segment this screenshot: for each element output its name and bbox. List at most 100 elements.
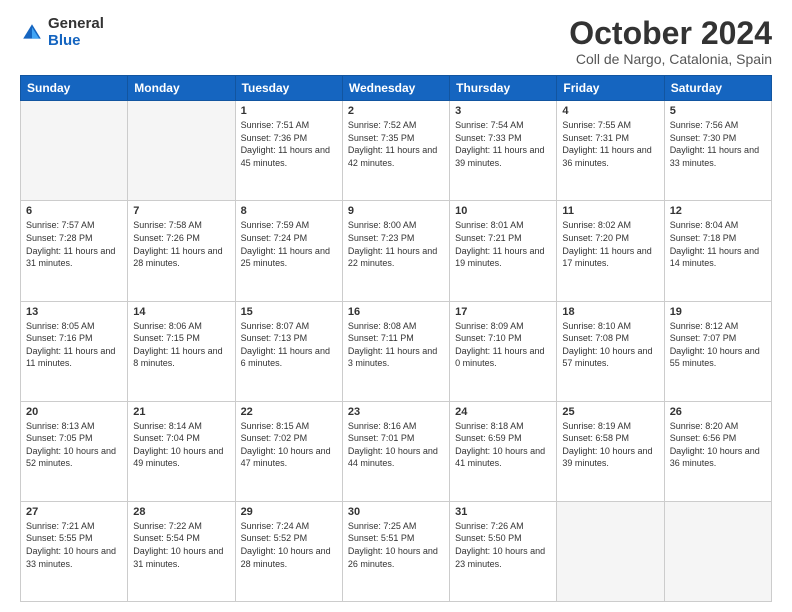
day-info: Sunrise: 7:22 AMSunset: 5:54 PMDaylight:… xyxy=(133,520,229,570)
day-number: 8 xyxy=(241,205,337,217)
calendar-cell: 11 Sunrise: 8:02 AMSunset: 7:20 PMDayligh… xyxy=(557,201,664,301)
header: General Blue October 2024 Coll de Nargo,… xyxy=(20,16,772,67)
title-block: October 2024 Coll de Nargo, Catalonia, S… xyxy=(569,16,772,67)
day-info: Sunrise: 8:08 AMSunset: 7:11 PMDaylight:… xyxy=(348,320,444,370)
day-info: Sunrise: 8:18 AMSunset: 6:59 PMDaylight:… xyxy=(455,420,551,470)
day-info: Sunrise: 7:56 AMSunset: 7:30 PMDaylight:… xyxy=(670,119,766,169)
day-info: Sunrise: 7:52 AMSunset: 7:35 PMDaylight:… xyxy=(348,119,444,169)
day-info: Sunrise: 7:54 AMSunset: 7:33 PMDaylight:… xyxy=(455,119,551,169)
day-number: 23 xyxy=(348,406,444,418)
day-number: 20 xyxy=(26,406,122,418)
day-number: 1 xyxy=(241,105,337,117)
day-number: 6 xyxy=(26,205,122,217)
day-number: 29 xyxy=(241,506,337,518)
calendar-cell: 23Sunrise: 8:16 AMSunset: 7:01 PMDayligh… xyxy=(342,401,449,501)
week-row-2: 6 Sunrise: 7:57 AMSunset: 7:28 PMDaylight… xyxy=(21,201,772,301)
logo: General Blue xyxy=(20,16,104,49)
day-info: Sunrise: 7:24 AMSunset: 5:52 PMDaylight:… xyxy=(241,520,337,570)
calendar-cell: 29 Sunrise: 7:24 AMSunset: 5:52 PMDayligh… xyxy=(235,501,342,601)
calendar-cell: 15 Sunrise: 8:07 AMSunset: 7:13 PMDayligh… xyxy=(235,301,342,401)
day-info: Sunrise: 8:04 AMSunset: 7:18 PMDaylight:… xyxy=(670,219,766,269)
day-number: 18 xyxy=(562,306,658,318)
calendar-cell: 19 Sunrise: 8:12 AMSunset: 7:07 PMDayligh… xyxy=(664,301,771,401)
weekday-header-monday: Monday xyxy=(128,76,235,101)
day-info: Sunrise: 8:01 AMSunset: 7:21 PMDaylight:… xyxy=(455,219,551,269)
day-number: 13 xyxy=(26,306,122,318)
day-info: Sunrise: 7:26 AMSunset: 5:50 PMDaylight:… xyxy=(455,520,551,570)
calendar-cell: 17 Sunrise: 8:09 AMSunset: 7:10 PMDayligh… xyxy=(450,301,557,401)
day-number: 4 xyxy=(562,105,658,117)
calendar-cell: 24 Sunrise: 8:18 AMSunset: 6:59 PMDayligh… xyxy=(450,401,557,501)
calendar-cell xyxy=(664,501,771,601)
calendar-cell: 13 Sunrise: 8:05 AMSunset: 7:16 PMDayligh… xyxy=(21,301,128,401)
day-number: 24 xyxy=(455,406,551,418)
day-number: 19 xyxy=(670,306,766,318)
day-number: 14 xyxy=(133,306,229,318)
day-info: Sunrise: 7:57 AMSunset: 7:28 PMDaylight:… xyxy=(26,219,122,269)
day-number: 26 xyxy=(670,406,766,418)
day-info: Sunrise: 7:55 AMSunset: 7:31 PMDaylight:… xyxy=(562,119,658,169)
day-number: 25 xyxy=(562,406,658,418)
week-row-5: 27 Sunrise: 7:21 AMSunset: 5:55 PMDayligh… xyxy=(21,501,772,601)
day-info: Sunrise: 8:02 AMSunset: 7:20 PMDaylight:… xyxy=(562,219,658,269)
logo-general: General xyxy=(48,15,104,32)
calendar-table: SundayMondayTuesdayWednesdayThursdayFrid… xyxy=(20,75,772,602)
day-number: 11 xyxy=(562,205,658,217)
weekday-header-tuesday: Tuesday xyxy=(235,76,342,101)
calendar-cell: 7Sunrise: 7:58 AMSunset: 7:26 PMDaylight… xyxy=(128,201,235,301)
day-info: Sunrise: 7:25 AMSunset: 5:51 PMDaylight:… xyxy=(348,520,444,570)
day-info: Sunrise: 8:14 AMSunset: 7:04 PMDaylight:… xyxy=(133,420,229,470)
calendar-cell: 31 Sunrise: 7:26 AMSunset: 5:50 PMDayligh… xyxy=(450,501,557,601)
day-info: Sunrise: 7:21 AMSunset: 5:55 PMDaylight:… xyxy=(26,520,122,570)
calendar-cell: 20 Sunrise: 8:13 AMSunset: 7:05 PMDayligh… xyxy=(21,401,128,501)
week-row-1: 1 Sunrise: 7:51 AMSunset: 7:36 PMDaylight… xyxy=(21,101,772,201)
day-info: Sunrise: 8:19 AMSunset: 6:58 PMDaylight:… xyxy=(562,420,658,470)
calendar-cell: 27 Sunrise: 7:21 AMSunset: 5:55 PMDayligh… xyxy=(21,501,128,601)
calendar-cell: 2Sunrise: 7:52 AMSunset: 7:35 PMDaylight… xyxy=(342,101,449,201)
calendar-cell: 14Sunrise: 8:06 AMSunset: 7:15 PMDayligh… xyxy=(128,301,235,401)
day-number: 12 xyxy=(670,205,766,217)
day-info: Sunrise: 8:09 AMSunset: 7:10 PMDaylight:… xyxy=(455,320,551,370)
day-info: Sunrise: 8:05 AMSunset: 7:16 PMDaylight:… xyxy=(26,320,122,370)
day-number: 27 xyxy=(26,506,122,518)
calendar-cell: 22 Sunrise: 8:15 AMSunset: 7:02 PMDayligh… xyxy=(235,401,342,501)
day-number: 10 xyxy=(455,205,551,217)
day-number: 7 xyxy=(133,205,229,217)
day-number: 22 xyxy=(241,406,337,418)
day-number: 17 xyxy=(455,306,551,318)
calendar-cell xyxy=(21,101,128,201)
calendar-cell: 18Sunrise: 8:10 AMSunset: 7:08 PMDayligh… xyxy=(557,301,664,401)
day-number: 15 xyxy=(241,306,337,318)
day-info: Sunrise: 8:13 AMSunset: 7:05 PMDaylight:… xyxy=(26,420,122,470)
weekday-header-saturday: Saturday xyxy=(664,76,771,101)
calendar-cell: 4 Sunrise: 7:55 AMSunset: 7:31 PMDaylight… xyxy=(557,101,664,201)
calendar-cell: 16Sunrise: 8:08 AMSunset: 7:11 PMDayligh… xyxy=(342,301,449,401)
calendar-cell: 26 Sunrise: 8:20 AMSunset: 6:56 PMDayligh… xyxy=(664,401,771,501)
calendar-cell: 21Sunrise: 8:14 AMSunset: 7:04 PMDayligh… xyxy=(128,401,235,501)
calendar-cell: 8 Sunrise: 7:59 AMSunset: 7:24 PMDaylight… xyxy=(235,201,342,301)
day-number: 31 xyxy=(455,506,551,518)
calendar-cell: 1 Sunrise: 7:51 AMSunset: 7:36 PMDaylight… xyxy=(235,101,342,201)
day-info: Sunrise: 7:59 AMSunset: 7:24 PMDaylight:… xyxy=(241,219,337,269)
weekday-header-wednesday: Wednesday xyxy=(342,76,449,101)
calendar-cell xyxy=(128,101,235,201)
weekday-header-row: SundayMondayTuesdayWednesdayThursdayFrid… xyxy=(21,76,772,101)
day-info: Sunrise: 7:51 AMSunset: 7:36 PMDaylight:… xyxy=(241,119,337,169)
weekday-header-sunday: Sunday xyxy=(21,76,128,101)
day-number: 28 xyxy=(133,506,229,518)
day-number: 9 xyxy=(348,205,444,217)
logo-blue: Blue xyxy=(48,32,81,49)
day-info: Sunrise: 8:12 AMSunset: 7:07 PMDaylight:… xyxy=(670,320,766,370)
day-info: Sunrise: 8:15 AMSunset: 7:02 PMDaylight:… xyxy=(241,420,337,470)
calendar-cell xyxy=(557,501,664,601)
day-info: Sunrise: 8:07 AMSunset: 7:13 PMDaylight:… xyxy=(241,320,337,370)
day-info: Sunrise: 8:20 AMSunset: 6:56 PMDaylight:… xyxy=(670,420,766,470)
page: General Blue October 2024 Coll de Nargo,… xyxy=(0,0,792,612)
calendar-cell: 3Sunrise: 7:54 AMSunset: 7:33 PMDaylight… xyxy=(450,101,557,201)
calendar-cell: 10 Sunrise: 8:01 AMSunset: 7:21 PMDayligh… xyxy=(450,201,557,301)
calendar-cell: 6 Sunrise: 7:57 AMSunset: 7:28 PMDaylight… xyxy=(21,201,128,301)
calendar-cell: 28 Sunrise: 7:22 AMSunset: 5:54 PMDayligh… xyxy=(128,501,235,601)
weekday-header-thursday: Thursday xyxy=(450,76,557,101)
calendar-cell: 25 Sunrise: 8:19 AMSunset: 6:58 PMDayligh… xyxy=(557,401,664,501)
calendar-cell: 5Sunrise: 7:56 AMSunset: 7:30 PMDaylight… xyxy=(664,101,771,201)
